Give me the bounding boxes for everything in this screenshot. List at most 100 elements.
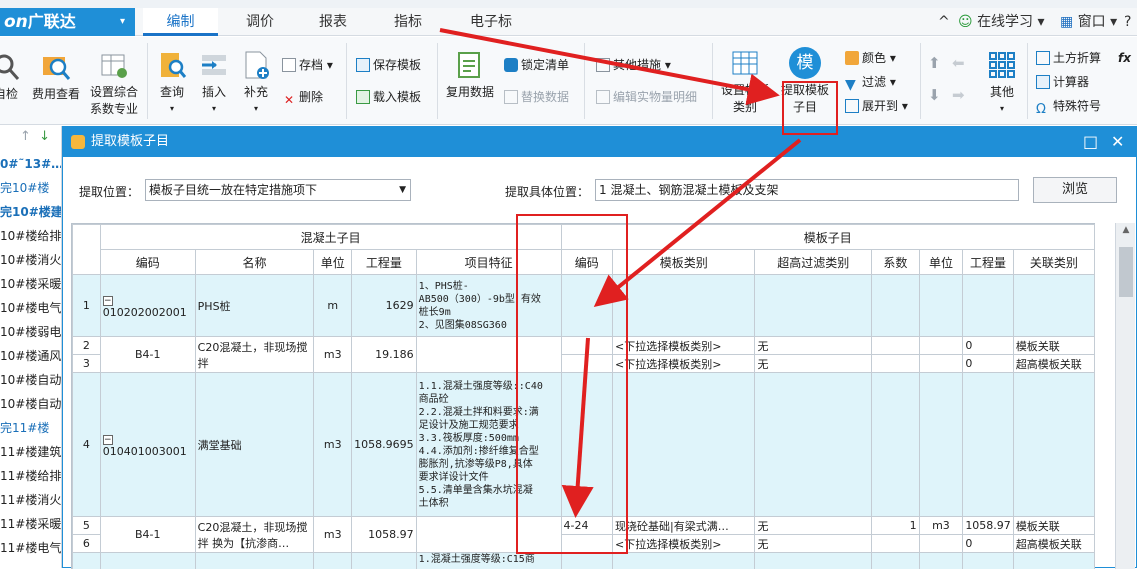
template-filter-cell[interactable] [755,275,872,337]
tree-item[interactable]: 完11#楼 [0,416,61,440]
logo-dropdown-icon[interactable]: ▾ [120,8,125,36]
collapse-ribbon-icon[interactable]: ^ [938,8,950,36]
insert-button[interactable]: 插入▾ [196,49,232,114]
tree-item[interactable]: 10#楼消火 [0,248,61,272]
delete-button[interactable]: ✕删除 [282,87,323,107]
color-button[interactable]: 颜色 ▾ [845,48,896,68]
template-unit-cell[interactable]: m3 [919,517,963,535]
tab-adjust-price[interactable]: 调价 [225,8,295,36]
template-qty-cell[interactable]: 0 [963,355,1014,373]
scrollbar-thumb[interactable] [1119,247,1133,297]
scroll-up-icon[interactable]: ▲ [1116,225,1136,235]
tab-report[interactable]: 报表 [300,8,366,36]
edit-detail-button[interactable]: 编辑实物量明细 [596,87,697,107]
template-unit-cell[interactable] [919,553,963,569]
tab-edit[interactable]: 编制 [143,8,218,36]
close-icon[interactable]: ✕ [1111,127,1124,157]
template-filter-cell[interactable] [755,553,872,569]
tree-item[interactable]: 11#楼消火 [0,488,61,512]
tab-e-bid[interactable]: 电子标 [455,8,527,36]
calculator-button[interactable]: 计算器 [1036,72,1089,92]
template-category-dropdown[interactable]: <下拉选择模板类别> [613,337,755,355]
earthwork-convert-button[interactable]: 土方折算 [1036,48,1101,68]
name-cell[interactable]: 满堂基础 [195,373,314,517]
browse-button[interactable]: 浏览 [1033,177,1117,203]
move-left-icon[interactable]: ⬅ [952,53,965,73]
query-button[interactable]: 查询▾ [152,49,192,114]
collapse-icon[interactable]: − [103,296,113,306]
template-code-cell[interactable] [561,553,613,569]
other-button[interactable]: 其他▾ [983,49,1021,114]
name-cell[interactable]: PHS桩 [195,275,314,337]
template-qty-cell[interactable]: 0 [963,535,1014,553]
move-right-icon[interactable]: ➡ [952,85,965,105]
fee-view-button[interactable]: 费用查看 [28,51,84,102]
tree-up-icon[interactable]: ↑ [20,129,31,144]
template-link-cell[interactable] [1013,553,1094,569]
template-qty-cell[interactable] [963,373,1014,517]
tree-item[interactable]: 10#楼自动 [0,368,61,392]
tree-item[interactable]: 11#楼采暖 [0,512,61,536]
special-symbol-button[interactable]: Ω特殊符号 [1036,96,1101,116]
template-filter-cell[interactable]: 无 [755,337,872,355]
tree-item[interactable]: 11#楼建筑 [0,440,61,464]
sub-code-cell[interactable]: B4-1 [100,517,195,553]
template-coef-cell[interactable] [872,275,920,337]
template-link-cell[interactable] [1013,373,1094,517]
template-qty-cell[interactable]: 1058.97 [963,517,1014,535]
other-measures-button[interactable]: 其他措施 ▾ [596,55,671,75]
set-template-category-button[interactable]: 设置模板类别 [718,47,772,115]
template-coef-cell[interactable] [872,553,920,569]
table-row[interactable]: 1.混凝土强度等级:C15商 [73,553,1095,569]
supplement-button[interactable]: 补充▾ [238,49,274,114]
tree-item[interactable]: 11#楼电气 [0,536,61,560]
app-logo[interactable]: on广联达▾ [0,8,135,36]
tree-item[interactable]: 10#楼电气 [0,296,61,320]
tree-item[interactable]: 0#˜13#… [0,152,61,176]
template-link-cell[interactable] [1013,275,1094,337]
tree-item[interactable]: 完10#楼建· [0,200,61,224]
window-menu-button[interactable]: ▦ 窗口 ▾ [1060,8,1117,36]
expand-to-button[interactable]: 展开到 ▾ [845,96,908,116]
tree-item[interactable]: 10#楼通风 [0,344,61,368]
tab-index[interactable]: 指标 [375,8,441,36]
save-template-button[interactable]: 保存模板 [356,55,421,75]
tree-item[interactable]: 完10#楼 [0,176,61,200]
template-category-cell[interactable] [613,553,755,569]
template-coef-cell[interactable] [872,337,920,355]
template-filter-cell[interactable]: 无 [755,517,872,535]
template-coef-cell[interactable]: 1 [872,517,920,535]
template-filter-cell[interactable] [755,373,872,517]
reuse-data-button[interactable]: 复用数据 [442,49,498,100]
template-qty-cell[interactable]: 0 [963,337,1014,355]
extract-position-select[interactable]: 模板子目统一放在特定措施项下▼ [145,179,411,201]
help-button[interactable]: ? [1124,8,1131,36]
template-category-dropdown[interactable]: 现浇砼基础|有梁式满… [613,517,755,535]
archive-button[interactable]: 存档 ▾ [282,55,333,75]
name-cell[interactable] [195,553,314,569]
code-cell[interactable]: −010401003001 [100,373,195,517]
template-unit-cell[interactable] [919,337,963,355]
filter-button[interactable]: ▼过滤 ▾ [845,72,896,92]
tree-down-icon[interactable]: ↓ [39,129,50,144]
template-category-dropdown[interactable]: <下拉选择模板类别> [613,355,755,373]
code-cell[interactable]: −010202002001 [100,275,195,337]
move-up-icon[interactable]: ⬆ [928,53,941,73]
template-qty-cell[interactable] [963,553,1014,569]
tree-item[interactable]: 10#楼自动 [0,392,61,416]
template-unit-cell[interactable] [919,275,963,337]
replace-data-button[interactable]: 替换数据 [504,87,569,107]
template-unit-cell[interactable] [919,355,963,373]
tree-item[interactable]: 10#楼给排 [0,224,61,248]
template-category-dropdown[interactable]: <下拉选择模板类别> [613,535,755,553]
tree-item[interactable]: 10#楼弱电 [0,320,61,344]
tree-item[interactable]: 11#楼给排 [0,464,61,488]
self-check-button[interactable]: 自检 [0,51,26,102]
tree-item[interactable]: 10#楼采暖 [0,272,61,296]
sub-name-cell[interactable]: C20混凝土，非现场搅拌 换为【抗渗商… [195,517,314,553]
maximize-icon[interactable]: □ [1083,127,1098,157]
template-filter-cell[interactable]: 无 [755,535,872,553]
extract-detail-field[interactable]: 1 混凝土、钢筋混凝土模板及支架 [595,179,1019,201]
set-unit-coef-button[interactable]: 设置综合系数专业 [86,49,142,117]
template-filter-cell[interactable]: 无 [755,355,872,373]
